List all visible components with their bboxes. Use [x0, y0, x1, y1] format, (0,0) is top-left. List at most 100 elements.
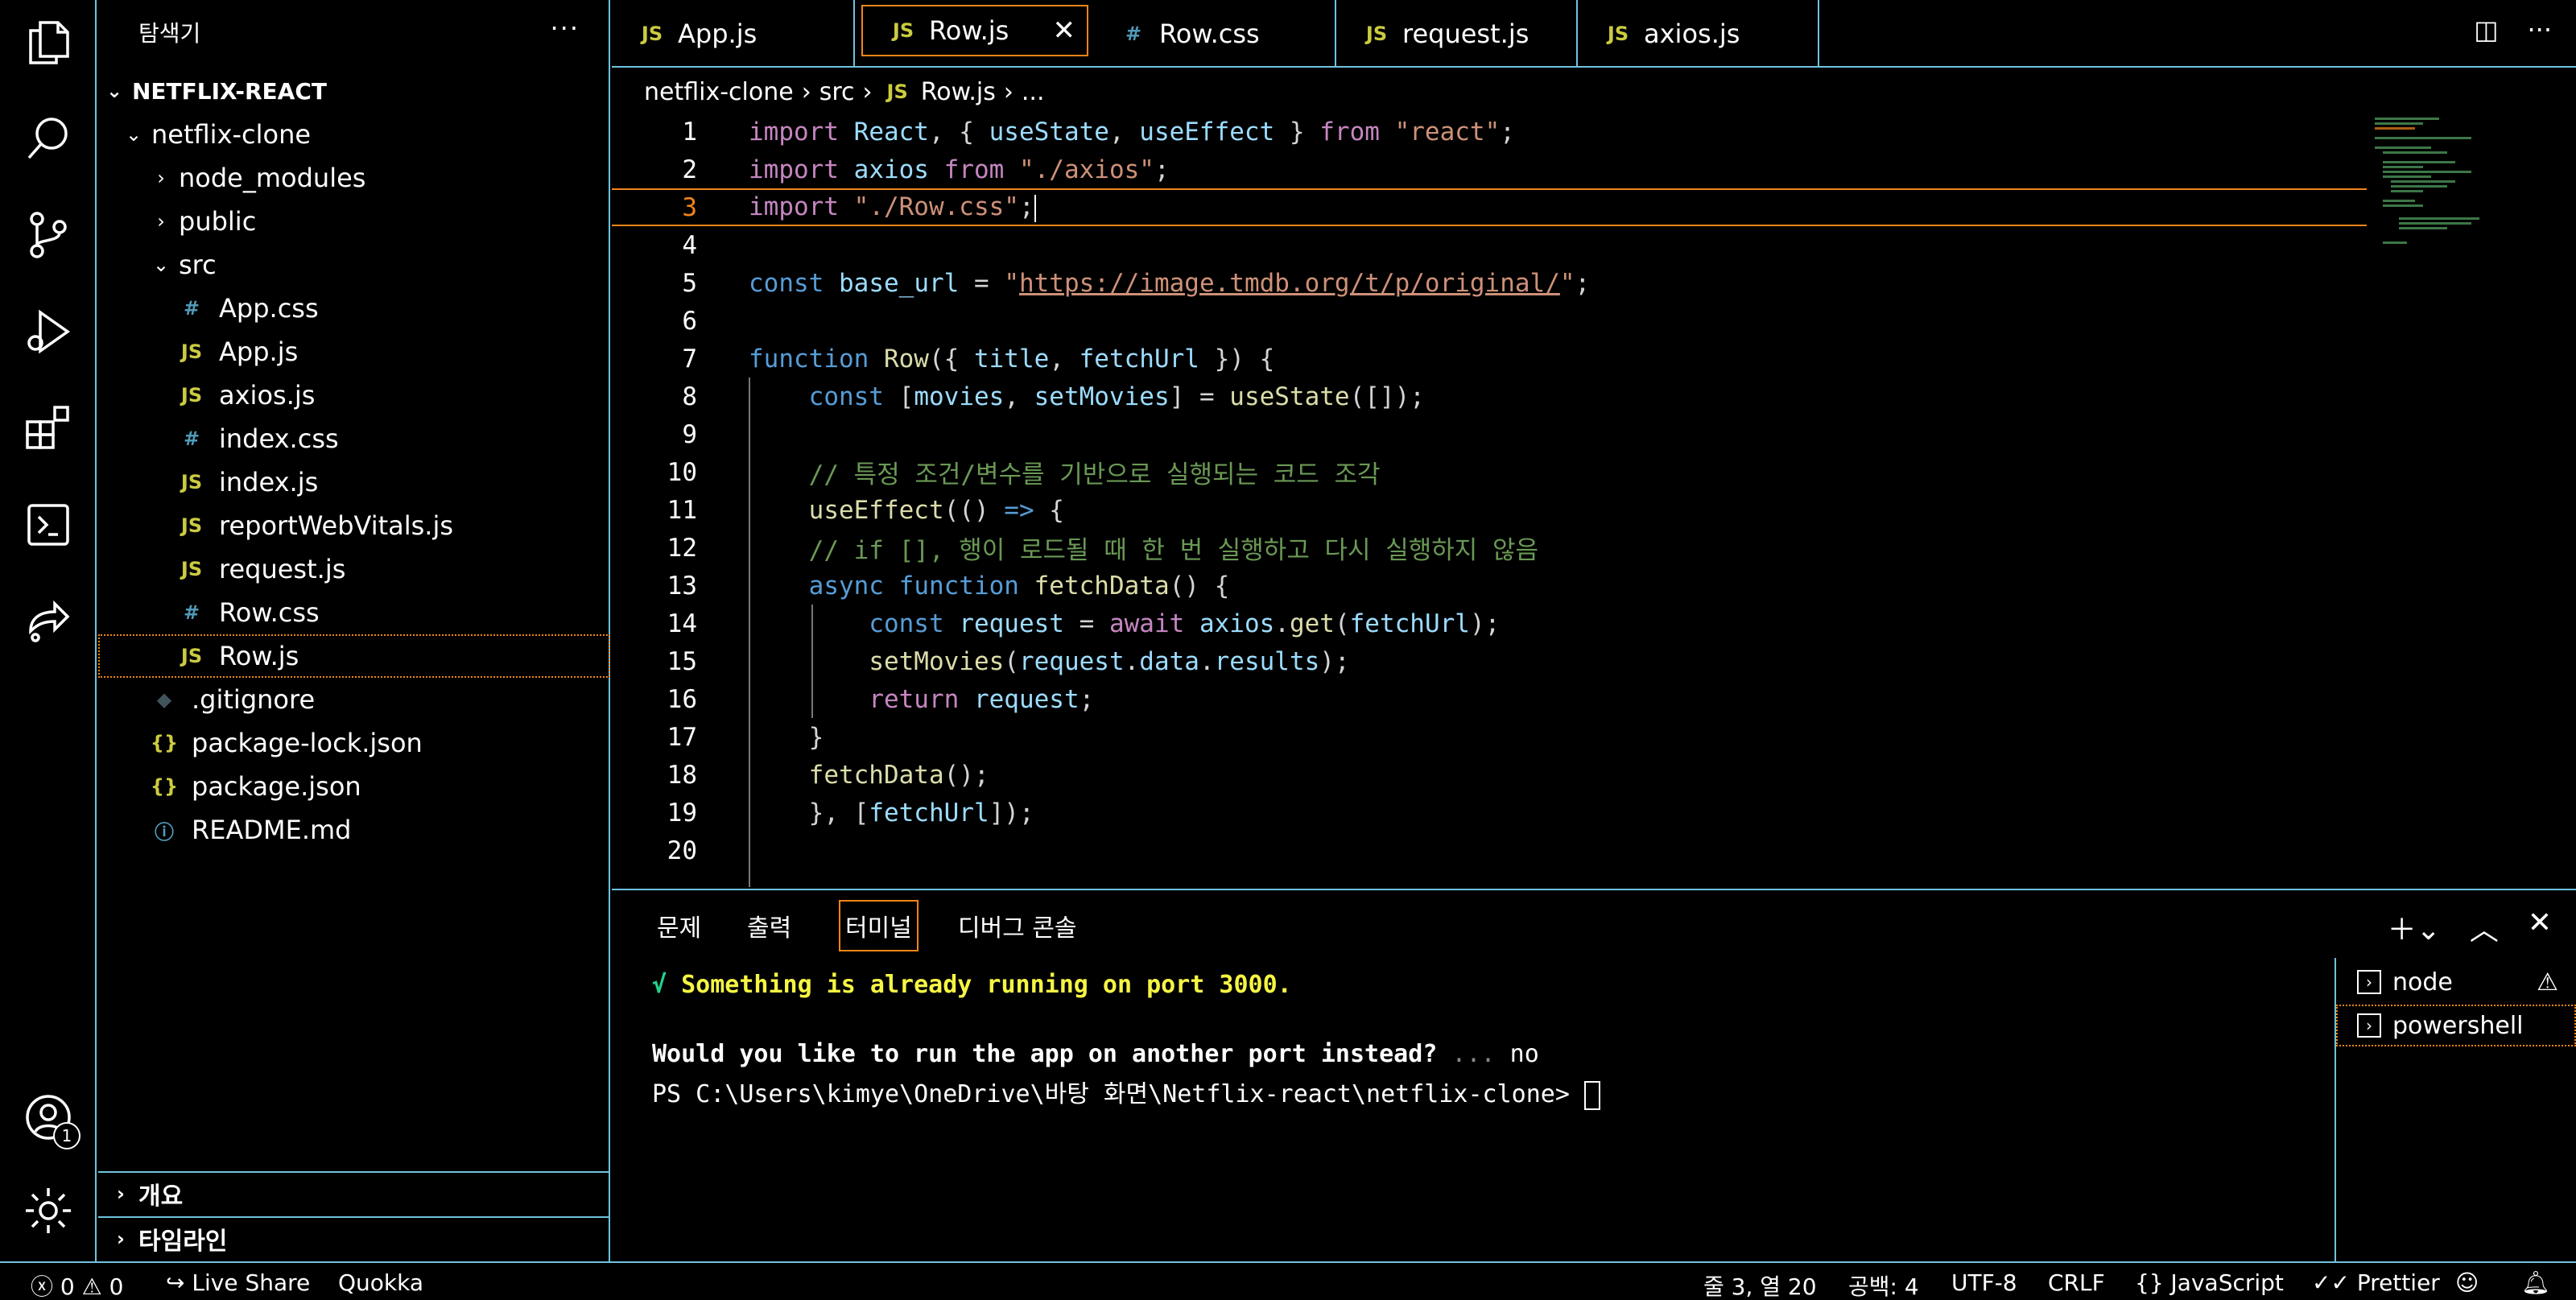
terminal-cursor — [1583, 1080, 1600, 1110]
chevron-right-icon: › — [117, 1228, 125, 1250]
code-line: 7 function Row({ title, fetchUrl }) { — [682, 344, 1275, 373]
css-file-icon: # — [183, 297, 200, 320]
terminal-output[interactable]: √ Something is already running on port 3… — [652, 971, 1600, 1112]
code-line: 9 — [682, 419, 697, 449]
close-icon[interactable]: ✕ — [1053, 14, 1076, 47]
breadcrumb-symbol[interactable]: ... — [1022, 78, 1045, 106]
terminal-list: › node ⚠ › powershell — [2334, 958, 2576, 1263]
tree-item-label: index.css — [219, 423, 339, 454]
problems-status[interactable]: ⓧ 0 ⚠ 0 — [31, 1269, 124, 1300]
accounts-icon[interactable]: 1 — [21, 1090, 80, 1149]
tree-item-public[interactable]: › public — [98, 200, 610, 243]
tree-item-node-modules[interactable]: › node_modules — [98, 156, 610, 200]
code-line: 15 setMovies(request.data.results); — [667, 646, 1350, 676]
close-panel-icon[interactable]: ✕ — [2528, 906, 2552, 948]
chevron-right-icon: › — [801, 77, 811, 106]
tab-axios-js[interactable]: JS axios.js — [1578, 0, 1819, 68]
tab-problems[interactable]: 문제 — [652, 902, 706, 950]
split-editor-icon[interactable]: ◫ — [2474, 14, 2498, 45]
tree-item-label: netflix-clone — [151, 119, 312, 150]
explorer-sidebar: 탐색기 ··· ⌄ NETFLIX-REACT ⌄ netflix-clone › n… — [98, 0, 610, 1261]
terminal-item-node[interactable]: › node ⚠ — [2336, 961, 2576, 1003]
indent-guide — [811, 605, 813, 718]
cursor-position[interactable]: 줄 3, 열 20 — [1703, 1269, 1817, 1300]
js-file-icon: JS — [180, 514, 203, 537]
chevron-right-icon: › — [157, 210, 165, 233]
more-actions-icon[interactable]: ··· — [2527, 14, 2552, 45]
js-file-icon: JS — [180, 340, 203, 363]
tree-item-netflix-clone[interactable]: ⌄ netflix-clone — [98, 113, 610, 156]
tab-app-js[interactable]: JS App.js — [612, 0, 855, 68]
tree-item-label: index.js — [219, 467, 319, 497]
tree-item-label: axios.js — [219, 380, 316, 411]
tree-item-package-lock-json[interactable]: {} package-lock.json — [98, 721, 610, 765]
quokka-status[interactable]: Quokka — [338, 1269, 423, 1296]
tree-item-row-js[interactable]: JS Row.js — [98, 634, 610, 678]
run-debug-icon[interactable] — [21, 304, 76, 359]
tree-item-src[interactable]: ⌄ src — [98, 243, 610, 287]
tree-item-row-css[interactable]: # Row.css — [98, 591, 610, 634]
tab-request-js[interactable]: JS request.js — [1336, 0, 1578, 68]
code-line: 14 const request = await axios.get(fetch… — [667, 609, 1501, 638]
source-control-icon[interactable] — [21, 208, 76, 262]
code-line: 8 const [movies, setMovies] = useState([… — [682, 382, 1425, 411]
warning-icon: ⚠ — [81, 1273, 102, 1300]
indent-guide — [749, 378, 750, 887]
tree-item-app-js[interactable]: JS App.js — [98, 330, 610, 373]
new-terminal-icon[interactable]: ＋⌄ — [2388, 906, 2441, 948]
js-file-icon: JS — [641, 23, 663, 45]
tree-item-index-js[interactable]: JS index.js — [98, 460, 610, 504]
timeline-section[interactable]: › 타임라인 — [98, 1216, 610, 1260]
js-file-icon: JS — [886, 80, 908, 103]
tree-item-request-js[interactable]: JS request.js — [98, 547, 610, 591]
tree-item-axios-js[interactable]: JS axios.js — [98, 373, 610, 417]
terminal-line: √ Something is already running on port 3… — [652, 971, 1292, 999]
tab-debug-console[interactable]: 디버그 콘솔 — [953, 902, 1082, 950]
terminal-item-powershell[interactable]: › powershell — [2336, 1005, 2576, 1046]
workspace-root[interactable]: ⌄ NETFLIX-REACT — [98, 69, 610, 113]
outline-section[interactable]: › 개요 — [98, 1171, 610, 1215]
tree-item-index-css[interactable]: # index.css — [98, 417, 610, 460]
tree-item-reportwebvitals-js[interactable]: JS reportWebVitals.js — [98, 504, 610, 547]
more-actions-icon[interactable]: ··· — [550, 13, 580, 43]
extensions-icon[interactable] — [21, 401, 76, 456]
live-share-icon[interactable] — [21, 594, 76, 649]
chevron-right-icon: › — [157, 167, 165, 189]
maximize-panel-icon[interactable]: ︿ — [2470, 906, 2499, 948]
tree-item-label: package.json — [192, 771, 361, 802]
breadcrumb-file[interactable]: Row.js — [921, 78, 996, 106]
sidebar-title: 탐색기 — [138, 20, 201, 47]
eol-status[interactable]: CRLF — [2048, 1269, 2105, 1296]
indentation-status[interactable]: 공백: 4 — [1848, 1269, 1919, 1300]
feedback-icon[interactable]: ☺ — [2455, 1269, 2479, 1296]
activity-bar: 1 — [0, 0, 97, 1261]
prettier-status[interactable]: ✓✓ Prettier — [2312, 1269, 2440, 1296]
chevron-right-icon: › — [117, 1182, 125, 1205]
tab-row-css[interactable]: # Row.css — [1093, 0, 1336, 68]
breadcrumb-folder[interactable]: netflix-clone — [644, 78, 794, 106]
minimap[interactable] — [2367, 113, 2528, 274]
tree-item-label: Row.css — [219, 597, 320, 628]
code-line: 18 fetchData(); — [667, 760, 989, 790]
tab-row-js[interactable]: JS Row.js ✕ — [861, 5, 1088, 56]
tree-item-readme-md[interactable]: ⓘ README.md — [98, 808, 610, 852]
code-editor[interactable]: 1 import React, { useState, useEffect } f… — [612, 113, 2576, 887]
breadcrumb-src[interactable]: src — [819, 78, 855, 106]
tree-item-app-css[interactable]: # App.css — [98, 287, 610, 330]
gear-icon[interactable] — [21, 1183, 76, 1238]
language-mode[interactable]: {} JavaScript — [2135, 1269, 2284, 1296]
bell-icon[interactable]: 🔔︎ — [2521, 1269, 2550, 1296]
encoding-status[interactable]: UTF-8 — [1951, 1269, 2017, 1296]
code-line: 20 — [667, 836, 697, 865]
search-icon[interactable] — [21, 111, 76, 166]
tree-item-gitignore[interactable]: ◆ .gitignore — [98, 678, 610, 721]
tree-item-package-json[interactable]: {} package.json — [98, 765, 610, 808]
tree-item-label: App.js — [219, 336, 299, 367]
explorer-icon[interactable] — [21, 14, 76, 69]
live-share-status[interactable]: ↪ Live Share — [166, 1269, 310, 1296]
tab-terminal[interactable]: 터미널 — [839, 900, 919, 951]
remote-explorer-icon[interactable] — [21, 497, 76, 552]
tab-output[interactable]: 출력 — [742, 902, 796, 950]
js-file-icon: JS — [1607, 23, 1629, 45]
terminal-icon: › — [2357, 970, 2381, 994]
